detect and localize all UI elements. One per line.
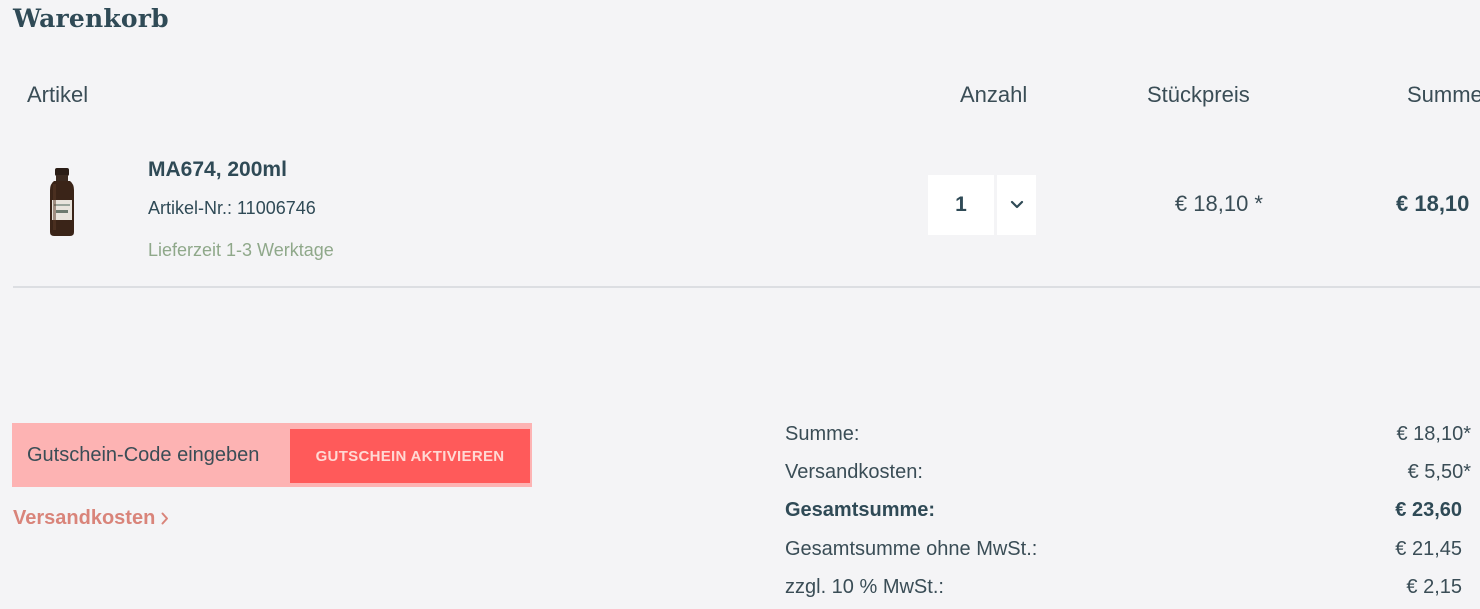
summary-subtotal-value: € 18,10* (1396, 423, 1471, 445)
column-header-quantity: Anzahl (960, 82, 1028, 107)
shipping-costs-link-label: Versandkosten (13, 507, 156, 529)
summary-shipping-value: € 5,50* (1407, 461, 1471, 483)
unit-price: € 18,10 * (1174, 191, 1263, 216)
summary-grand-total-value: € 23,60 (1395, 499, 1462, 521)
delivery-time: Lieferzeit 1-3 Werktage (148, 240, 334, 260)
column-header-unit-price: Stückpreis (1147, 82, 1250, 107)
quantity-select[interactable]: 1 (928, 175, 1036, 235)
bottle-image (50, 168, 74, 236)
chevron-right-icon (161, 512, 169, 525)
voucher-code-input[interactable] (12, 423, 290, 487)
column-header-total: Summe (1407, 82, 1480, 107)
summary-grand-total-label: Gesamtsumme: (785, 499, 936, 521)
shipping-costs-link[interactable]: Versandkosten (13, 507, 169, 530)
product-image[interactable] (44, 166, 80, 238)
page-title: Warenkorb (13, 4, 169, 33)
line-total: € 18,10 (1396, 191, 1470, 216)
summary-net-total-value: € 21,45 (1395, 538, 1462, 560)
summary-net-total-label: Gesamtsumme ohne MwSt.: (785, 538, 1038, 560)
product-sku: Artikel-Nr.: 11006746 (148, 198, 316, 218)
summary-vat-label: zzgl. 10 % MwSt.: (785, 576, 944, 598)
voucher-form: GUTSCHEIN AKTIVIEREN (12, 423, 532, 487)
activate-voucher-button[interactable]: GUTSCHEIN AKTIVIEREN (290, 429, 530, 483)
product-name[interactable]: MA674, 200ml (148, 158, 287, 182)
summary-subtotal-label: Summe: (785, 423, 860, 445)
quantity-dropdown-toggle[interactable] (997, 175, 1036, 235)
summary-vat-value: € 2,15 (1406, 576, 1462, 598)
chevron-down-icon (1010, 200, 1023, 209)
column-header-article: Artikel (27, 82, 89, 107)
row-divider (13, 286, 1480, 288)
quantity-value[interactable]: 1 (928, 175, 997, 235)
summary-shipping-label: Versandkosten: (785, 461, 923, 483)
